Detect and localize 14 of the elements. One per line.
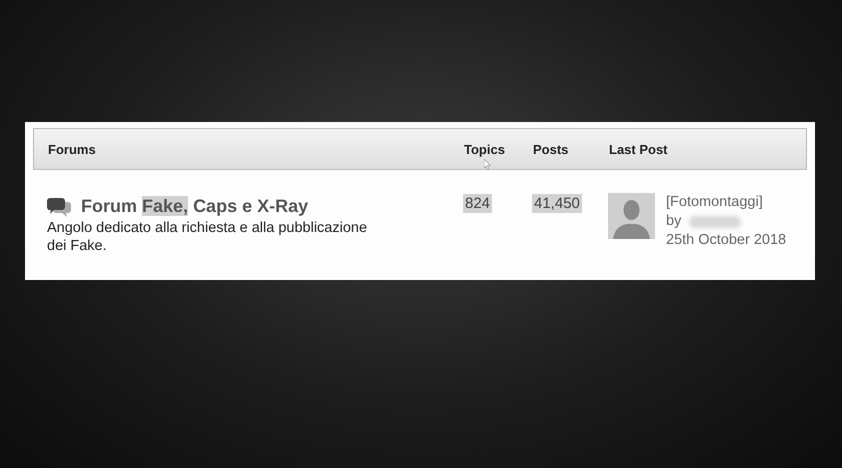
posts-count: 41,450 <box>532 194 582 213</box>
avatar-silhouette <box>608 193 655 239</box>
forum-title-link[interactable]: Forum Fake, Caps e X-Ray <box>81 196 308 217</box>
column-header: Forums <box>48 142 96 156</box>
last-post-date: 25th October 2018 <box>666 231 786 250</box>
cursor-icon <box>484 158 491 170</box>
by-label: by <box>666 212 682 231</box>
speech-bubbles-icon <box>47 196 71 216</box>
topics-count: 824 <box>463 194 492 213</box>
last-post-forum-link[interactable]: [Fotomontaggi] <box>666 193 786 212</box>
column-header: Posts <box>533 142 568 156</box>
column-header: Topics <box>464 142 505 156</box>
column-header: Last Post <box>609 142 668 156</box>
forum-description: Angolo dedicato alla richiesta e alla pubblicazione dei Fake. <box>47 219 368 255</box>
